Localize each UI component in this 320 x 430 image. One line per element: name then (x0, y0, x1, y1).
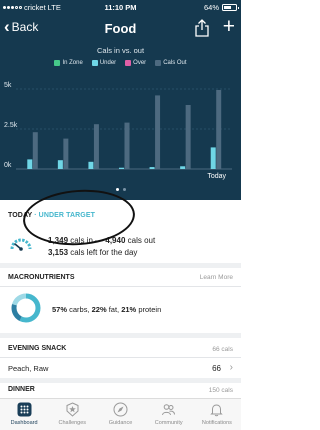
tab-label: Community (154, 420, 183, 426)
meal-cals-dinner: 150 cals (208, 387, 233, 394)
food-item-cals[interactable]: 66 (212, 364, 221, 373)
bell-icon (210, 404, 224, 417)
cals-out-suffix: cals out (125, 236, 156, 245)
food-item-name[interactable]: Peach, Raw (8, 364, 48, 373)
bar-cals-out (93, 124, 99, 169)
chart-panel[interactable]: Cals in vs. out In Zone Under Over Cals … (0, 44, 241, 200)
legend-swatch (54, 60, 61, 66)
tab-dashboard[interactable]: Dashboard (0, 399, 48, 430)
bar-cals-out (216, 89, 222, 169)
page-indicator[interactable] (0, 188, 241, 191)
bar-cals-out (124, 122, 130, 169)
legend-item-cals-out: Cals Out (155, 60, 187, 66)
bar-cals-in (27, 159, 33, 169)
cals-left: 3,153 cals left for the day (48, 248, 137, 257)
macronutrients-title: MACRONUTRIENTS (8, 274, 75, 281)
cals-chart[interactable]: 0k 2.5k 5k Today (0, 78, 241, 186)
learn-more-link[interactable]: Learn More (200, 274, 233, 281)
bar-cals-out (63, 138, 69, 169)
battery-icon (222, 4, 239, 11)
tab-notifications[interactable]: Notifications (193, 399, 241, 430)
legend-label: Cals Out (163, 60, 187, 66)
macro-donut-chart (11, 293, 41, 323)
legend-label: Over (133, 60, 147, 66)
tab-label: Guidance (108, 420, 133, 426)
bar-cals-in (180, 166, 186, 169)
dashboard-icon (17, 402, 32, 417)
divider-line (0, 286, 241, 287)
carbs-pct: 57% (52, 305, 68, 314)
y-tick-label: 2.5k (4, 122, 18, 129)
tab-label: Notifications (201, 420, 232, 426)
bar-cals-out (155, 95, 161, 169)
cals-left-value: 3,153 (48, 248, 69, 257)
divider-line (0, 357, 241, 358)
legend-item-over: Over (125, 60, 146, 66)
tab-guidance[interactable]: Guidance (96, 399, 144, 430)
legend-swatch (155, 60, 162, 66)
bar-cals-in (88, 161, 94, 169)
meal-title-dinner: DINNER (8, 386, 35, 393)
bar-cals-in (57, 160, 63, 169)
bar-cals-out (185, 105, 191, 169)
compass-icon (113, 402, 128, 417)
status-bar: cricket LTE 11:10 PM 64% (0, 0, 241, 14)
page-dot (122, 188, 126, 191)
page-dot-active (115, 188, 119, 191)
tab-community[interactable]: Community (145, 399, 193, 430)
section-divider (0, 378, 241, 383)
legend-swatch (125, 60, 132, 66)
protein-label: protein (136, 305, 162, 314)
x-tick-label: Today (207, 173, 226, 180)
legend-label: Under (99, 60, 117, 66)
meal-title-evening-snack: EVENING SNACK (8, 345, 67, 352)
star-badge-icon (66, 402, 79, 417)
add-icon[interactable]: + (223, 16, 235, 38)
calorie-gauge-icon (10, 238, 32, 251)
chart-title: Cals in vs. out (96, 46, 145, 55)
bar-cals-in (119, 167, 124, 169)
battery-percent: 64% (203, 3, 219, 12)
legend-label: In Zone (62, 60, 83, 66)
nav-header: ‹ Back Food + (0, 14, 241, 44)
tab-challenges[interactable]: Challenges (48, 399, 96, 430)
section-divider (0, 333, 241, 338)
bar-cals-in (149, 167, 155, 169)
legend-item-in-zone: In Zone (54, 60, 83, 66)
meal-cals-evening-snack: 66 cals (212, 346, 233, 353)
protein-pct: 21% (121, 305, 137, 314)
y-tick-label: 0k (4, 162, 12, 169)
y-tick-label: 5k (4, 82, 12, 89)
legend-item-under: Under (91, 60, 117, 66)
bar-cals-out (32, 132, 38, 169)
bar-cals-in (210, 147, 216, 169)
share-icon[interactable] (194, 19, 210, 37)
tab-label: Challenges (58, 420, 87, 426)
macro-summary: 57% carbs, 22% fat, 21% protein (52, 305, 161, 314)
fat-pct: 22% (91, 305, 107, 314)
section-divider (0, 263, 241, 268)
tab-label: Dashboard (10, 420, 38, 426)
tab-bar: Dashboard Challenges Guidance Community … (0, 398, 241, 430)
cals-left-suffix: cals left for the day (68, 248, 138, 257)
chevron-right-icon[interactable]: › (230, 362, 233, 373)
carbs-label: carbs, (67, 305, 92, 314)
people-icon (162, 404, 176, 416)
chart-legend: In Zone Under Over Cals Out (0, 60, 241, 66)
fat-label: fat, (106, 305, 122, 314)
legend-swatch (91, 60, 98, 66)
